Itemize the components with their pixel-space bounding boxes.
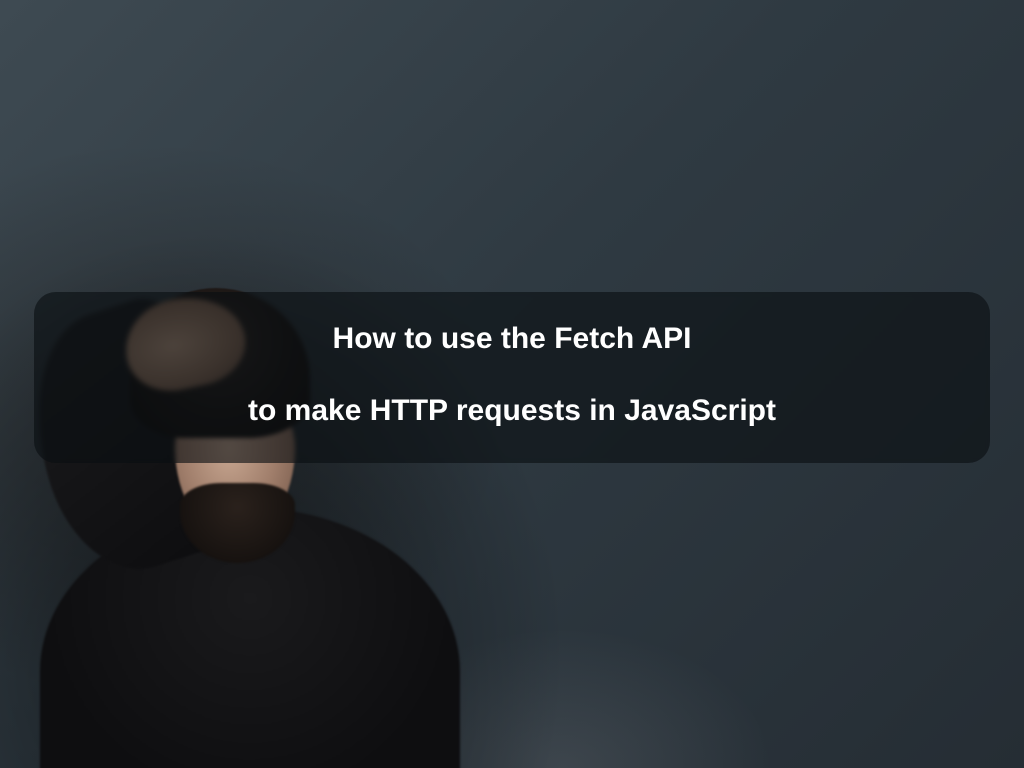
title-card: How to use the Fetch API to make HTTP re… (34, 292, 990, 463)
title-line-2: to make HTTP requests in JavaScript (74, 392, 950, 430)
title-line-1: How to use the Fetch API (74, 320, 950, 358)
hero-image: How to use the Fetch API to make HTTP re… (0, 0, 1024, 768)
